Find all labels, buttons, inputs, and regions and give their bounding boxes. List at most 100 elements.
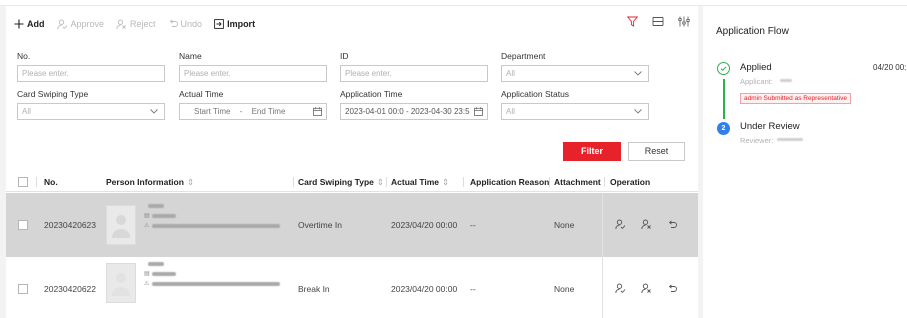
applicant-name-blurred — [780, 79, 792, 82]
chevron-down-icon — [634, 109, 642, 114]
application-time-range[interactable]: 2023-04-01 00:0 - 2023-04-30 23:5 — [340, 103, 488, 120]
id-card-icon: ⚠ — [144, 223, 150, 229]
reviewer-name-blurred — [777, 138, 803, 141]
filter-application-time: Application Time 2023-04-01 00:0 - 2023-… — [340, 89, 488, 120]
application-flow-panel: Application Flow Applied 04/20 00: Appli… — [703, 6, 907, 318]
row-no: 20230420622 — [44, 284, 97, 294]
actual-time-range[interactable]: Start Time - End Time — [179, 103, 327, 120]
row-no: 20230420623 — [44, 220, 97, 230]
undo-icon[interactable] — [667, 283, 677, 294]
name-label: Name — [179, 51, 202, 61]
person-id-blurred — [152, 282, 280, 286]
chevron-down-icon — [634, 71, 642, 76]
department-icon: ▤ — [144, 271, 150, 277]
reject-icon[interactable] — [641, 219, 652, 230]
end-time-field[interactable]: End Time — [252, 107, 286, 116]
department-label: Department — [501, 51, 546, 61]
card-swiping-type-value: All — [22, 107, 31, 116]
step-applied-time: 04/20 00: — [873, 63, 907, 72]
add-button[interactable]: Add — [14, 19, 45, 29]
column-header-application-reason[interactable]: Application Reason — [470, 172, 549, 192]
row-operations — [615, 283, 677, 294]
application-status-select[interactable]: All — [501, 103, 649, 120]
funnel-icon[interactable] — [627, 16, 638, 27]
column-header-attachment[interactable]: Attachment — [554, 172, 601, 192]
add-label: Add — [27, 19, 45, 29]
column-header-card-swiping-type[interactable]: Card Swiping Type ⇕ — [298, 172, 384, 192]
approve-icon — [56, 19, 67, 29]
actual-time-label: Actual Time — [179, 89, 224, 99]
calendar-icon — [313, 107, 322, 116]
person-department-blurred — [152, 214, 176, 218]
column-divider — [386, 177, 387, 187]
reject-icon[interactable] — [641, 283, 652, 294]
row-attachment: None — [554, 220, 575, 230]
undo-icon[interactable] — [667, 219, 677, 230]
filter-application-status: Application Status All — [501, 89, 649, 120]
avatar — [106, 263, 136, 303]
id-input[interactable]: Please enter. — [340, 65, 488, 82]
row-application-reason: -- — [470, 220, 476, 230]
reject-icon — [116, 19, 126, 29]
reject-button[interactable]: Reject — [116, 19, 156, 30]
application-status-label: Application Status — [501, 89, 570, 99]
row-operations — [615, 219, 677, 230]
table-row[interactable]: 20230420622 ▤ ⚠ Break In 2023/04/20 00:0… — [6, 257, 698, 318]
person-information-header-label: Person Information — [106, 177, 184, 187]
step-applied-title: Applied — [740, 62, 772, 73]
column-header-person-information[interactable]: Person Information ⇕ — [106, 172, 194, 192]
customize-icon[interactable] — [678, 16, 690, 27]
sort-icon[interactable]: ⇕ — [442, 177, 449, 187]
card-swiping-type-select[interactable]: All — [17, 103, 165, 120]
application-status-value: All — [506, 107, 515, 116]
undo-label: Undo — [180, 19, 203, 29]
reject-label: Reject — [130, 19, 156, 29]
import-label: Import — [227, 19, 256, 29]
filter-card-swiping-type: Card Swiping Type All — [17, 89, 165, 120]
row-card-swiping-type: Overtime In — [298, 220, 342, 230]
check-circle-icon — [720, 66, 727, 72]
representative-tag: admin Submitted as Representative — [740, 93, 851, 104]
filter-department: Department All — [501, 51, 649, 82]
column-divider — [36, 177, 37, 187]
column-header-operation: Operation — [610, 177, 651, 187]
application-time-label: Application Time — [340, 89, 403, 99]
actual-time-header-label: Actual Time — [391, 177, 440, 187]
row-checkbox[interactable] — [18, 284, 28, 294]
row-actual-time: 2023/04/20 00:00 — [391, 284, 458, 294]
row-checkbox[interactable] — [18, 220, 28, 230]
department-value: All — [506, 69, 515, 78]
name-input[interactable]: Please enter. — [179, 65, 327, 82]
row-card-swiping-type: Break In — [298, 284, 330, 294]
column-header-no[interactable]: No. — [44, 172, 58, 192]
calendar-icon — [474, 107, 483, 116]
step-applied-applicant: Applicant: — [740, 77, 773, 86]
sort-icon[interactable]: ⇕ — [187, 177, 194, 187]
person-icon — [112, 273, 130, 296]
no-input[interactable]: Please enter. — [17, 65, 165, 82]
application-time-value: 2023-04-01 00:0 - 2023-04-30 23:5 — [345, 107, 470, 116]
import-button[interactable]: Import — [214, 19, 255, 29]
sort-icon[interactable]: ⇕ — [377, 177, 384, 187]
person-department-blurred — [152, 272, 176, 276]
table-header: No. Person Information ⇕ Card Swiping Typ… — [6, 172, 698, 192]
department-select[interactable]: All — [501, 65, 649, 82]
column-settings-icon[interactable] — [652, 16, 664, 27]
approve-icon[interactable] — [615, 283, 626, 294]
start-time-field[interactable]: Start Time — [194, 107, 230, 116]
table-row[interactable]: 20230420623 ▤ ⚠ Overtime In 2023/04/20 0… — [6, 193, 698, 257]
toolbar-right — [627, 16, 690, 27]
undo-button[interactable]: Undo — [168, 19, 203, 29]
reset-button[interactable]: Reset — [628, 142, 685, 161]
column-header-actual-time[interactable]: Actual Time ⇕ — [391, 172, 449, 192]
select-all-checkbox[interactable] — [18, 177, 28, 187]
person-icon — [112, 215, 130, 238]
approve-button[interactable]: Approve — [56, 19, 104, 30]
filter-button[interactable]: Filter — [563, 142, 621, 161]
person-name-blurred — [148, 262, 164, 266]
column-divider — [463, 177, 464, 187]
chevron-down-icon — [150, 109, 158, 114]
column-divider — [549, 177, 550, 187]
person-id-blurred — [152, 224, 280, 228]
approve-icon[interactable] — [615, 219, 626, 230]
